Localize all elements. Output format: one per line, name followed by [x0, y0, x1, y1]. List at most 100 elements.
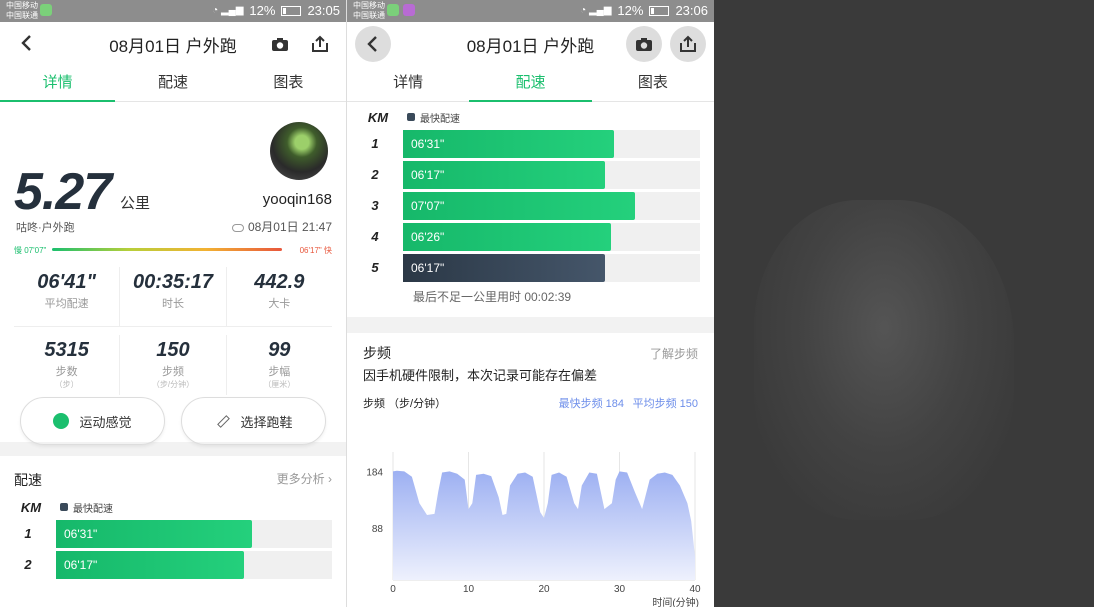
stat-unit: （步/分钟） [151, 380, 195, 389]
avatar[interactable] [270, 122, 328, 180]
stat-label: 步频 [161, 366, 184, 378]
pace-bar-track: 06'17" [56, 550, 332, 579]
feel-button[interactable]: 运动感觉 [20, 397, 165, 445]
username[interactable]: yooqin168 [263, 191, 332, 208]
avg-cadence-label: 平均步频 150 [632, 398, 698, 410]
app-notification-icon [40, 4, 52, 16]
pace-bar-track: 06'17" [403, 160, 700, 189]
pace-bar-track: 06'17" [403, 253, 700, 282]
more-analysis-link[interactable]: 更多分析 › [277, 470, 332, 487]
pace-bar: 06'31" [56, 519, 252, 548]
stat-label: 平均配速 [44, 298, 89, 310]
pace-bar-track: 06'31" [403, 129, 700, 158]
tab-bar: 详情 配速 图表 [0, 66, 346, 102]
weather-icon [231, 223, 244, 232]
status-bar: 中国移动 中国联通 ◔ ▂▄▆ 12% 23:06 [347, 0, 714, 22]
share-icon[interactable] [670, 26, 706, 62]
clock-text: 23:06 [675, 3, 708, 18]
run-datetime: 08月01日 21:47 [231, 218, 332, 235]
pace-row: 3 07'07" [347, 190, 714, 221]
stat-avg-pace: 06'41" 平均配速 [14, 267, 121, 326]
max-cadence-label: 最快步频 184 [558, 398, 624, 410]
datetime-text: 08月01日 21:47 [247, 220, 332, 234]
back-icon[interactable] [355, 26, 391, 62]
app-notification-icon [387, 4, 399, 16]
status-right: ◔ ▂▄▆ 12% 23:06 [580, 3, 708, 18]
pace-bar: 06'26" [403, 222, 611, 251]
back-icon[interactable] [14, 30, 40, 56]
pace-km-index: 2 [371, 167, 379, 182]
title-bar: 08月01日 户外跑 [347, 22, 714, 66]
fastest-legend-swatch [407, 113, 415, 121]
section-divider [347, 317, 714, 333]
pace-row: 2 06'17" [347, 159, 714, 190]
y-tick-label: 184 [366, 467, 383, 478]
slowest-pace-label: 慢 07'07" [14, 246, 47, 255]
signal-icon: ◔ ▂▄▆ [580, 5, 612, 16]
carrier-label: 中国移动 中国联通 [6, 1, 38, 20]
pace-bar: 06'31" [403, 129, 614, 158]
battery-icon [649, 5, 670, 16]
stat-steps: 5315 步数 （步） [14, 335, 121, 395]
km-header: KM [20, 499, 42, 515]
pace-row: 2 06'17" [0, 549, 346, 580]
stat-unit: （步） [54, 380, 79, 389]
status-right: ◔ ▂▄▆ 12% 23:05 [212, 3, 340, 18]
pace-km-index: 1 [371, 136, 379, 151]
share-icon[interactable] [306, 30, 334, 58]
stat-label: 步幅 [268, 366, 291, 378]
dark-photo [754, 200, 1014, 520]
pace-km-index: 3 [371, 198, 379, 213]
tab-chart[interactable]: 图表 [592, 66, 714, 101]
stat-value: 150 [156, 339, 190, 361]
signal-icon: ◔ ▂▄▆ [212, 5, 244, 16]
pace-bar-track: 06'31" [56, 519, 332, 548]
pace-bar: 06'17" [403, 253, 605, 282]
stat-stride: 99 步幅 （厘米） [227, 335, 332, 395]
x-tick-label: 0 [390, 584, 396, 595]
pace-km-index: 4 [371, 229, 379, 244]
pace-km-index: 1 [24, 526, 32, 541]
tab-detail[interactable]: 详情 [0, 66, 116, 102]
learn-cadence-link[interactable]: 了解步频 [650, 345, 698, 362]
page-title: 08月01日 户外跑 [466, 36, 595, 56]
camera-icon[interactable] [626, 26, 662, 62]
cadence-header: 步频 了解步频 因手机硬件限制，本次记录可能存在偏差 [347, 333, 714, 383]
dark-background [714, 0, 1094, 607]
camera-icon[interactable] [266, 30, 294, 58]
pace-bar-track: 07'07" [403, 191, 700, 220]
app-notification-icon [403, 4, 415, 16]
tab-chart[interactable]: 图表 [231, 66, 346, 101]
smile-icon [53, 413, 70, 429]
tab-pace[interactable]: 配速 [469, 66, 592, 102]
pace-bar: 06'17" [403, 160, 605, 189]
pace-legend: KM 最快配速 [347, 106, 714, 128]
y-axis-ticks: 184 88 [366, 467, 383, 535]
y-tick-label: 88 [372, 524, 384, 535]
stat-calories: 442.9 大卡 [227, 267, 332, 326]
stat-value: 06'41" [37, 271, 97, 293]
pace-screen: 中国移动 中国联通 ◔ ▂▄▆ 12% 23:06 08月01日 户外跑 详情 配… [346, 0, 714, 607]
stat-cadence: 150 步频 （步/分钟） [120, 335, 227, 395]
pencil-icon [214, 413, 230, 429]
shoes-button[interactable]: 选择跑鞋 [181, 397, 326, 445]
x-axis-ticks: 0 10 20 30 40 [390, 584, 701, 595]
tab-detail[interactable]: 详情 [347, 66, 469, 101]
pace-range-bar: 慢 07'07" 06'17" 快 [14, 245, 332, 257]
fastest-pace-label: 06'17" 快 [299, 246, 332, 255]
status-bar: 中国移动 中国联通 ◔ ▂▄▆ 12% 23:05 [0, 0, 346, 22]
distance-unit: 公里 [120, 195, 151, 212]
battery-icon [281, 5, 302, 16]
remaining-time: 最后不足一公里用时 00:02:39 [413, 290, 572, 304]
action-buttons: 运动感觉 选择跑鞋 [20, 397, 326, 445]
pace-bar-track: 06'26" [403, 222, 700, 251]
stat-label: 步数 [55, 366, 78, 378]
pace-bar: 06'17" [56, 550, 244, 579]
stats-grid: 06'41" 平均配速 00:35:17 时长 442.9 大卡 5315 步数 （步） … [14, 267, 332, 395]
tab-pace[interactable]: 配速 [115, 66, 230, 101]
cadence-title: 步频 [363, 345, 391, 361]
pace-row: 1 06'31" [0, 518, 346, 549]
stat-unit: （厘米） [263, 380, 296, 389]
pace-list: 1 06'31" 2 06'17" 3 07'07" 4 06'26" 5 06'17" [347, 128, 714, 283]
pace-km-index: 2 [24, 557, 32, 572]
